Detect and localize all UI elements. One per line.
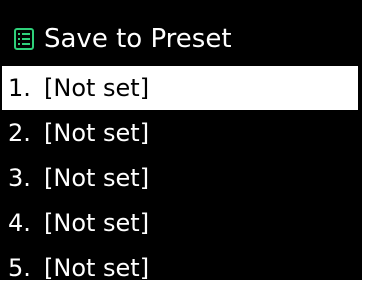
page-title: Save to Preset (44, 24, 232, 54)
preset-list: 1. [Not set] 2. [Not set] 3. [Not set] 4… (0, 66, 362, 291)
preset-item-5[interactable]: 5. [Not set] (0, 246, 362, 290)
preset-value: [Not set] (44, 164, 150, 192)
preset-value: [Not set] (44, 119, 150, 147)
preset-item-3[interactable]: 3. [Not set] (0, 156, 362, 200)
display-screen: Save to Preset 1. [Not set] 2. [Not set]… (0, 0, 362, 282)
preset-item-2[interactable]: 2. [Not set] (0, 111, 362, 155)
preset-number: 2. (8, 119, 31, 147)
preset-value: [Not set] (44, 209, 150, 237)
preset-number: 5. (8, 254, 31, 282)
preset-item-1[interactable]: 1. [Not set] (2, 66, 358, 110)
preset-number: 1. (8, 74, 31, 102)
preset-number: 4. (8, 209, 31, 237)
preset-value: [Not set] (44, 254, 150, 282)
list-document-icon (14, 28, 34, 50)
preset-value: [Not set] (44, 74, 150, 102)
preset-item-4[interactable]: 4. [Not set] (0, 201, 362, 245)
header-bar: Save to Preset (0, 0, 362, 62)
preset-number: 3. (8, 164, 31, 192)
